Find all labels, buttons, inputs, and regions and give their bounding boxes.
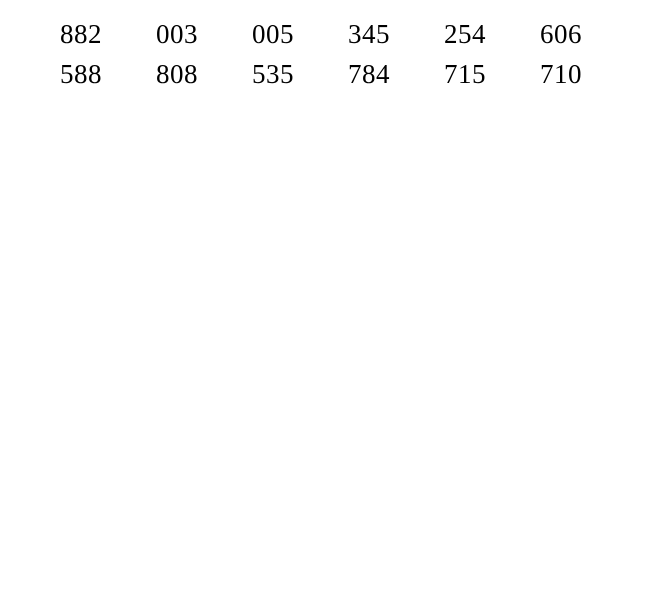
- number-cell: 808: [156, 54, 252, 94]
- number-cell: 254: [444, 14, 540, 54]
- table-row: 588 808 535 784 715 710: [60, 54, 671, 94]
- number-cell: 588: [60, 54, 156, 94]
- number-cell: 882: [60, 14, 156, 54]
- number-grid: 882 003 005 345 254 606 588 808 535 784 …: [0, 0, 671, 94]
- number-cell: 345: [348, 14, 444, 54]
- number-cell: 710: [540, 54, 636, 94]
- number-cell: 715: [444, 54, 540, 94]
- number-cell: 535: [252, 54, 348, 94]
- number-cell: 606: [540, 14, 636, 54]
- number-cell: 005: [252, 14, 348, 54]
- number-cell: 784: [348, 54, 444, 94]
- number-cell: 003: [156, 14, 252, 54]
- table-row: 882 003 005 345 254 606: [60, 14, 671, 54]
